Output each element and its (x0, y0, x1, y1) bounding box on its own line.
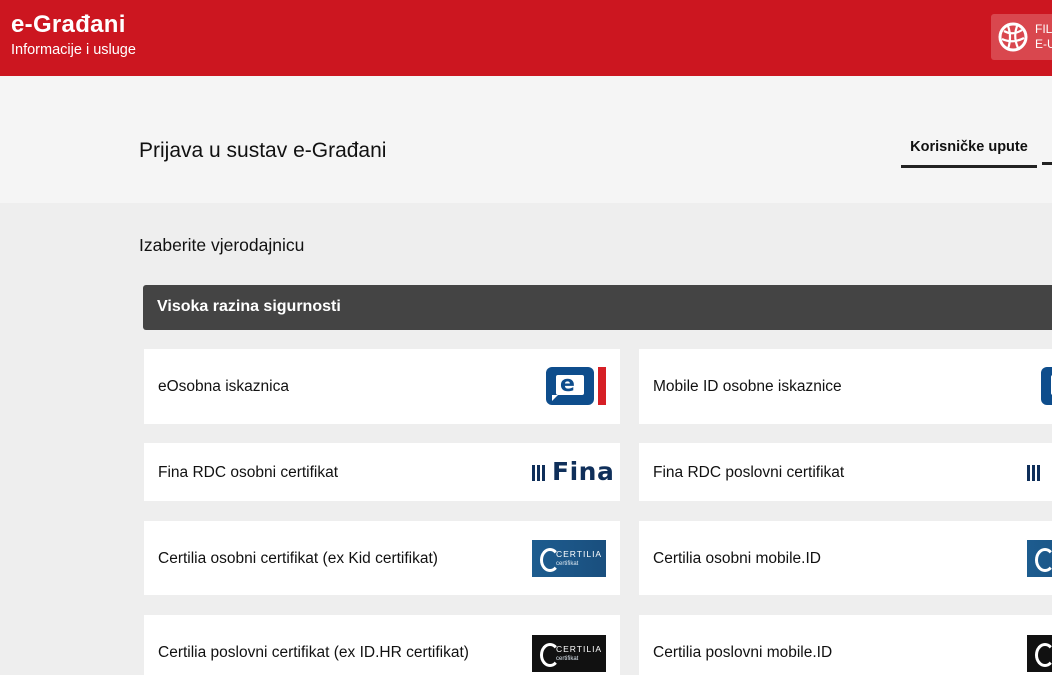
security-level-label: Visoka razina sigurnosti (157, 298, 341, 315)
section-label: Izaberite vjerodajnicu (139, 235, 305, 255)
portal-button-label: FIL E-U (1035, 22, 1052, 51)
page-title: Prijava u sustav e-Građani (139, 139, 387, 162)
eosobna-logo: e (546, 367, 606, 405)
user-guide-link[interactable]: Korisničke upute (901, 139, 1037, 168)
globe-icon (998, 22, 1028, 52)
portal-button[interactable]: FIL E-U (991, 14, 1052, 60)
brand-title[interactable]: e-Građani (11, 11, 126, 39)
credential-label: Certilia osobni mobile.ID (653, 550, 821, 567)
certilia-logo (1027, 635, 1052, 672)
certilia-logo-name: CERTILIA (556, 644, 603, 654)
credential-card-certilia-poslovni-mobile[interactable]: Certilia poslovni mobile.ID (639, 615, 1052, 675)
certilia-logo-sub: certifikat (556, 561, 579, 567)
credential-label: Fina RDC osobni certifikat (158, 464, 339, 481)
eosobna-logo: e (1041, 367, 1052, 405)
credential-card-eosobna[interactable]: eOsobna iskaznica e (144, 349, 620, 424)
brand-subtitle: Informacije i usluge (11, 42, 136, 58)
credential-label: Certilia osobni certifikat (ex Kid certi… (158, 550, 438, 567)
next-tab-underline[interactable] (1042, 162, 1052, 165)
fina-logo-text: Fina (552, 457, 615, 486)
fina-logo (1027, 459, 1052, 485)
certilia-logo: CERTILIA certifikat (532, 635, 606, 672)
credential-label: eOsobna iskaznica (158, 378, 289, 395)
credential-card-certilia-mobile[interactable]: Certilia osobni mobile.ID (639, 521, 1052, 595)
top-header: e-Građani Informacije i usluge FIL E-U (0, 0, 1052, 76)
certilia-logo-sub: certifikat (556, 656, 579, 662)
credential-card-certilia-poslovni[interactable]: Certilia poslovni certifikat (ex ID.HR c… (144, 615, 620, 675)
credential-label: Certilia poslovni certifikat (ex ID.HR c… (158, 644, 469, 661)
security-level-bar: Visoka razina sigurnosti (143, 285, 1052, 330)
credential-label: Mobile ID osobne iskaznice (653, 378, 842, 395)
title-bar: Prijava u sustav e-Građani Korisničke up… (0, 76, 1052, 203)
certilia-logo (1027, 540, 1052, 577)
credential-label: Fina RDC poslovni certifikat (653, 464, 845, 481)
credential-card-certilia-osobni[interactable]: Certilia osobni certifikat (ex Kid certi… (144, 521, 620, 595)
certilia-logo-name: CERTILIA (556, 549, 603, 559)
credential-card-mobile-id[interactable]: Mobile ID osobne iskaznice e (639, 349, 1052, 424)
credential-label: Certilia poslovni mobile.ID (653, 644, 833, 661)
credential-card-fina-osobni[interactable]: Fina RDC osobni certifikat Fina (144, 443, 620, 501)
credential-card-fina-poslovni[interactable]: Fina RDC poslovni certifikat (639, 443, 1052, 501)
fina-logo: Fina (532, 457, 614, 486)
certilia-logo: CERTILIA certifikat (532, 540, 606, 577)
